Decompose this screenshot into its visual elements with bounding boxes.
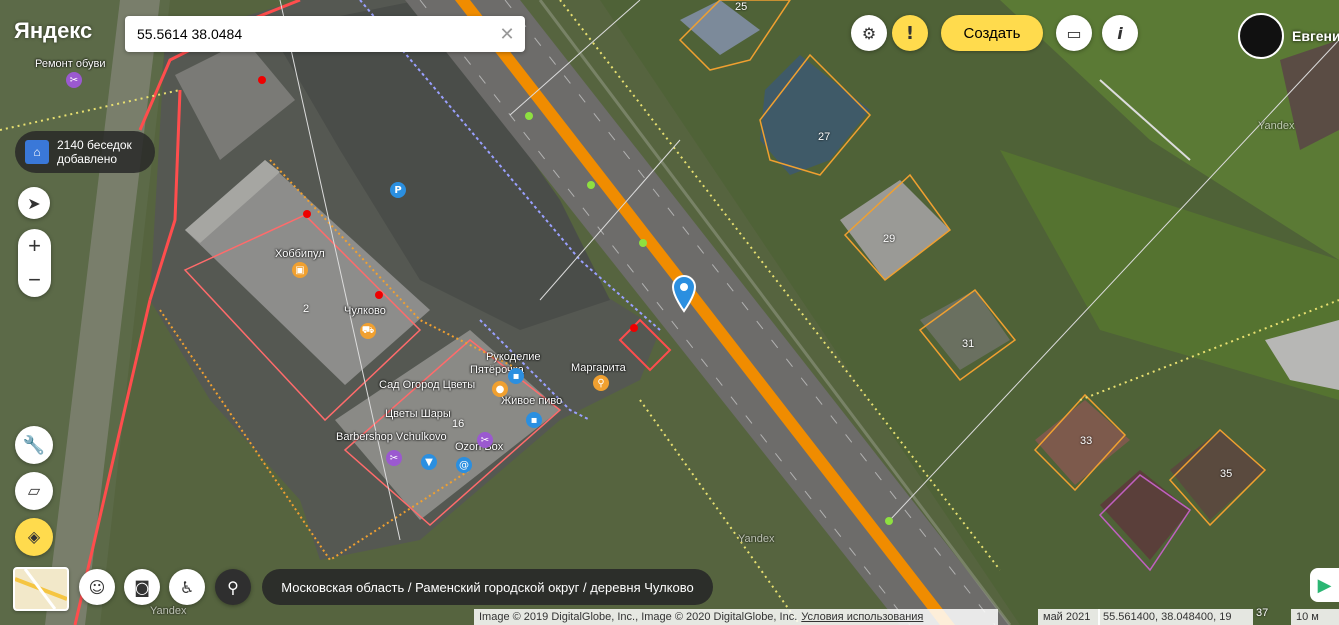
zoom-in-button[interactable]: + xyxy=(18,229,51,263)
zoom-out-button[interactable]: − xyxy=(18,263,51,297)
satellite-map[interactable] xyxy=(0,0,1339,625)
yandex-logo[interactable]: Яндекс xyxy=(14,18,92,44)
beer-icon[interactable]: ● xyxy=(492,381,508,397)
watermark-label: Yandex xyxy=(1258,120,1295,132)
attribution: Image © 2019 DigitalGlobe, Inc., Image ©… xyxy=(474,609,998,625)
feedback-button[interactable]: ▭ xyxy=(1056,15,1092,51)
play-icon: ▶ xyxy=(1317,574,1332,595)
alert-button[interactable]: ! xyxy=(892,15,928,51)
ruler-button[interactable]: ▱ xyxy=(15,472,53,510)
poi-label-zhivoe-pivo[interactable]: Живое пиво xyxy=(501,395,562,407)
user-profile[interactable]: Евгени xyxy=(1238,13,1339,59)
photo-button[interactable]: ◙ xyxy=(124,569,160,605)
scissors-icon[interactable]: ✂ xyxy=(386,450,402,466)
cart-icon[interactable]: ⛟ xyxy=(360,323,376,339)
camera-icon: ◙ xyxy=(134,577,150,597)
parking-icon[interactable]: P xyxy=(390,182,406,198)
message-icon: ▭ xyxy=(1066,23,1082,43)
traffic-button[interactable]: ♿ xyxy=(169,569,205,605)
zoom-control[interactable]: + − xyxy=(18,229,51,297)
house-number: 25 xyxy=(735,1,748,13)
panorama-button[interactable]: ☺ xyxy=(79,569,115,605)
shop-icon[interactable]: ▣ xyxy=(292,262,308,278)
minimap-button[interactable] xyxy=(13,567,69,611)
poi-label-margarita[interactable]: Маргарита xyxy=(571,362,626,374)
layers-icon: ◈ xyxy=(27,529,41,546)
shoe-repair-icon[interactable]: ✂ xyxy=(66,72,82,88)
ruler-icon: ▱ xyxy=(27,483,41,500)
avatar[interactable] xyxy=(1238,13,1284,59)
at-icon[interactable]: @ xyxy=(456,457,472,473)
imagery-date: май 2021 xyxy=(1038,609,1100,625)
bag-icon[interactable]: ▪ xyxy=(526,412,542,428)
house-number: 27 xyxy=(818,131,831,143)
barber-icon[interactable]: ✂ xyxy=(477,432,493,448)
scale-label: 10 м xyxy=(1291,609,1339,625)
restaurant-icon[interactable]: ⚲ xyxy=(593,375,609,391)
terms-link[interactable]: Условия использования xyxy=(801,611,923,623)
supermarket-icon[interactable]: ▪ xyxy=(508,368,524,384)
house-number: 2 xyxy=(303,303,310,315)
gear-icon: ⚙ xyxy=(861,23,877,43)
house-number: 33 xyxy=(1080,435,1093,447)
poi-label-sad-ogorod[interactable]: Сад Огород Цветы xyxy=(379,379,475,391)
wrench-icon: 🔧 xyxy=(22,434,46,455)
house-number: 31 xyxy=(962,338,975,350)
exclamation-icon: ! xyxy=(905,22,915,44)
create-button[interactable]: Создать xyxy=(941,15,1043,51)
person-pin-icon: ☺ xyxy=(88,577,106,597)
user-name[interactable]: Евгени xyxy=(1292,28,1339,44)
gazebo-icon: ⌂ xyxy=(25,140,49,164)
expand-panel-button[interactable]: ▶ xyxy=(1310,568,1339,602)
address-bar[interactable]: Московская область / Раменский городской… xyxy=(262,569,713,605)
poi-label-rukodelie[interactable]: Рукоделие xyxy=(486,351,541,363)
watermark-label: Yandex xyxy=(150,605,187,617)
promo-badge[interactable]: ⌂ 2140 беседок добавлено xyxy=(15,131,155,173)
navigation-arrow-icon: ➤ xyxy=(27,193,41,213)
walker-icon: ♿ xyxy=(179,577,195,597)
location-pin-button[interactable]: ⚲ xyxy=(215,569,251,605)
info-icon: i xyxy=(1117,23,1123,43)
poi-label-chulkovo[interactable]: Чулково xyxy=(344,305,386,317)
coordinates-readout: 55.561400, 38.048400, 19 xyxy=(1098,609,1253,625)
house-number: 16 xyxy=(452,418,465,430)
pin-icon: ⚲ xyxy=(227,577,239,597)
poi-label-shoe-repair[interactable]: Ремонт обуви xyxy=(35,58,106,70)
imagery-credit: Image © 2019 DigitalGlobe, Inc., Image ©… xyxy=(479,611,798,623)
shirt-icon[interactable]: ▼ xyxy=(421,454,437,470)
layers-button[interactable]: ◈ xyxy=(15,518,53,556)
geolocation-button[interactable]: ➤ xyxy=(18,187,50,219)
poi-label-hobbipul[interactable]: Хоббипул xyxy=(275,248,325,260)
search-box[interactable]: ✕ xyxy=(125,16,525,52)
poi-label-tsvety-shary[interactable]: Цветы Шары xyxy=(385,408,451,420)
tools-button[interactable]: 🔧 xyxy=(15,426,53,464)
poi-label-barbershop[interactable]: Barbershop Vchulkovo xyxy=(336,431,447,443)
house-number: 37 xyxy=(1256,607,1269,619)
watermark-label: Yandex xyxy=(738,533,775,545)
promo-text-line2: добавлено xyxy=(57,152,118,166)
info-button[interactable]: i xyxy=(1102,15,1138,51)
house-number: 35 xyxy=(1220,468,1233,480)
search-input[interactable] xyxy=(135,25,489,43)
settings-button[interactable]: ⚙ xyxy=(851,15,887,51)
promo-text-line1: 2140 беседок xyxy=(57,138,132,152)
house-number: 29 xyxy=(883,233,896,245)
close-icon[interactable]: ✕ xyxy=(497,24,517,44)
